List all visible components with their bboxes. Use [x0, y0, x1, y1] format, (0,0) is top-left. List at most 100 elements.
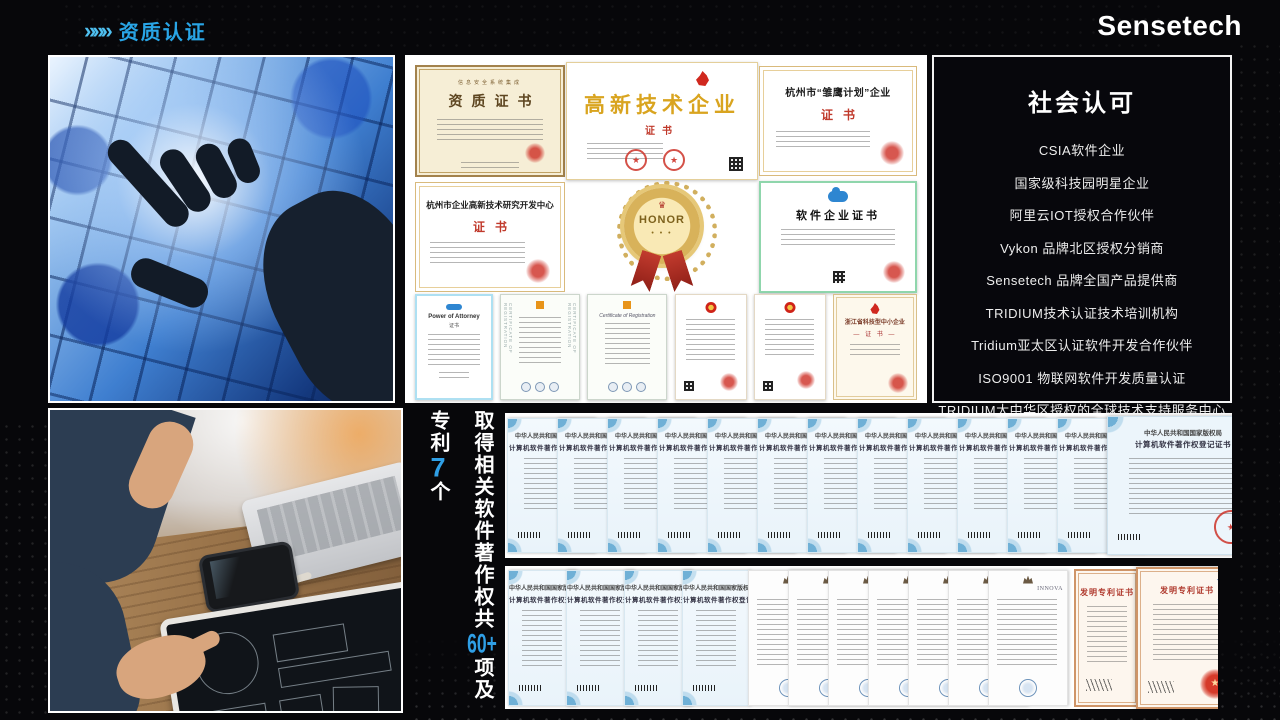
barcode [1068, 532, 1090, 538]
qr-code [763, 381, 773, 391]
particle-dots-left [0, 420, 48, 720]
national-emblem [705, 302, 716, 313]
certificate-emblem-2 [754, 294, 826, 400]
particle-dots-top [60, 0, 1160, 55]
list-item: 国家级科技园明星企业 [1014, 173, 1149, 192]
chevrons-icon: »»» [84, 20, 109, 42]
blue-seal [1019, 679, 1037, 697]
list-item: Tridium亚太区认证软件开发合作伙伴 [971, 335, 1193, 354]
list-item: TRIDIUM技术认证技术培训机构 [986, 303, 1179, 322]
certificate-of-registration-1: CERTIFICATE OF REGISTRATION CERTIFICATE … [500, 294, 580, 400]
crown-icon [610, 200, 714, 211]
copyright-cert-group-2: 中华人民共和国国家版权局 计算机软件著作权登记证书 中华人民共和国国家版权局 计… [508, 570, 740, 706]
innova-patent-certificate: INNOVA [988, 570, 1068, 706]
barcode [968, 532, 990, 538]
vykon-logo [446, 304, 462, 310]
certificate-of-registration-2: Certificate of Registration [587, 294, 667, 400]
national-emblem [784, 302, 795, 313]
qr-code [729, 157, 743, 171]
barcode [577, 685, 599, 691]
list-item: CSIA软件企业 [1039, 140, 1125, 159]
signature [1086, 679, 1112, 691]
software-copyright-certificate-large: 中华人民共和国国家版权局 计算机软件著作权登记证书 [1107, 416, 1232, 555]
barcode [1118, 534, 1140, 540]
photo-touchscreen-wall [48, 55, 395, 403]
copyright-count: 60+ [467, 630, 497, 657]
certificate-high-tech-enterprise: 高新技术企业 证书 [566, 62, 758, 180]
barcode [1018, 532, 1040, 538]
list-item: Sensetech 品牌全国产品提供商 [986, 270, 1178, 289]
certificates-row-1: 信息安全系统集成 资质证书 高新技术企业 证书 杭州市“雏鹰计划”企业 证书 [415, 62, 917, 180]
certificate-qualification: 信息安全系统集成 资质证书 [415, 65, 565, 177]
signature [1148, 681, 1174, 693]
barcode [668, 532, 690, 538]
cnipa-logo [1217, 573, 1218, 586]
red-seal [526, 259, 550, 283]
certificate-software-enterprise: 软件企业证书 [759, 181, 917, 293]
page-title: 资质认证 [119, 16, 207, 45]
patent-count: 7 [423, 454, 453, 481]
red-seal [720, 373, 738, 391]
barcode [635, 685, 657, 691]
red-seal [1200, 669, 1218, 699]
qr-code [833, 271, 845, 283]
brand-logo: Sensetech [1097, 10, 1242, 42]
barcode [768, 532, 790, 538]
copyright-cert-group: 中华人民共和国国家版权局 计算机软件著作权登记证书 中华人民共和国国家版权局 计… [507, 418, 1107, 553]
certificate-rd-center: 杭州市企业高新技术研究开发中心 证书 [415, 182, 565, 292]
social-recognition-list: CSIA软件企业 国家级科技园明星企业 阿里云IOT授权合作伙伴 Vykon 品… [934, 140, 1230, 419]
patents-certificates-row: 中华人民共和国国家版权局 计算机软件著作权登记证书 中华人民共和国国家版权局 计… [505, 566, 1218, 709]
list-item: 阿里云IOT授权合作伙伴 [1010, 205, 1155, 224]
medal-label: HONOR [610, 214, 714, 226]
red-seal [883, 261, 905, 283]
slide-header: »»» 资质认证 [84, 16, 207, 45]
barcode [868, 532, 890, 538]
barcode [693, 685, 715, 691]
invention-patent-certificate-1: 发明专利证书 [1074, 569, 1140, 707]
certificate-power-of-attorney: Power of Attorney 证书 [415, 294, 493, 400]
red-seal [797, 371, 815, 389]
list-item: Vykon 品牌北区授权分销商 [1000, 238, 1164, 257]
red-seal [880, 141, 904, 165]
software-copyright-certificate: 中华人民共和国国家版权局 计算机软件著作权登记证书 [682, 570, 750, 706]
red-seal [663, 149, 685, 171]
particle-dots-right [1235, 40, 1280, 700]
caption-line-1: 取得相关软件著作权共60+项及 [460, 410, 504, 712]
barcode [718, 532, 740, 538]
barcode [918, 532, 940, 538]
barcode [568, 532, 590, 538]
barcode [618, 532, 640, 538]
coat-of-arms-icon [1023, 576, 1033, 584]
certificate-zhejiang-sme: 浙江省科技型中小企业 — 证 书 — [833, 294, 917, 400]
flame-logo [696, 71, 709, 86]
list-item: ISO9001 物联网软件开发质量认证 [978, 368, 1185, 387]
registrar-logo [536, 301, 544, 309]
patents-copyright-caption: 取得相关软件著作权共60+项及 专利7个 [408, 410, 504, 712]
software-copyright-certificates-row: 中华人民共和国国家版权局 计算机软件著作权登记证书 中华人民共和国国家版权局 计… [505, 413, 1232, 558]
red-seal [625, 149, 647, 171]
csia-logo [761, 191, 915, 202]
innova-patent-group: INNOVA INNOVA INNOVA INNOVA [748, 570, 1068, 706]
barcode [518, 532, 540, 538]
certificates-panel: 信息安全系统集成 资质证书 高新技术企业 证书 杭州市“雏鹰计划”企业 证书 [405, 55, 927, 403]
social-recognition-panel: 社会认可 CSIA软件企业 国家级科技园明星企业 阿里云IOT授权合作伙伴 Vy… [932, 55, 1232, 403]
red-seal [525, 143, 545, 163]
slide-qualification-certification: »»» 资质认证 Sensetech [0, 0, 1280, 720]
certificates-row-2: 杭州市企业高新技术研究开发中心 证书 HONOR 软件企业证书 [415, 180, 917, 294]
registrar-logo [623, 301, 631, 309]
certificate-eagle-plan: 杭州市“雏鹰计划”企业 证书 [759, 66, 917, 176]
certificate-emblem-1 [675, 294, 747, 400]
barcode [519, 685, 541, 691]
accreditation-logos [588, 382, 666, 392]
caption-line-2: 专利7个 [416, 410, 460, 712]
flame-logo [870, 303, 879, 314]
social-panel-heading: 社会认可 [934, 83, 1230, 118]
accreditation-logos [501, 382, 579, 392]
invention-patent-certificate-2: 发明专利证书 [1136, 567, 1218, 709]
barcode [818, 532, 840, 538]
photo-workspace-desk [48, 408, 403, 713]
certificates-row-3: Power of Attorney 证书 CERTIFICATE OF REGI… [415, 294, 917, 400]
qr-code [684, 381, 694, 391]
honor-medal: HONOR [610, 180, 714, 294]
red-seal [888, 373, 908, 393]
